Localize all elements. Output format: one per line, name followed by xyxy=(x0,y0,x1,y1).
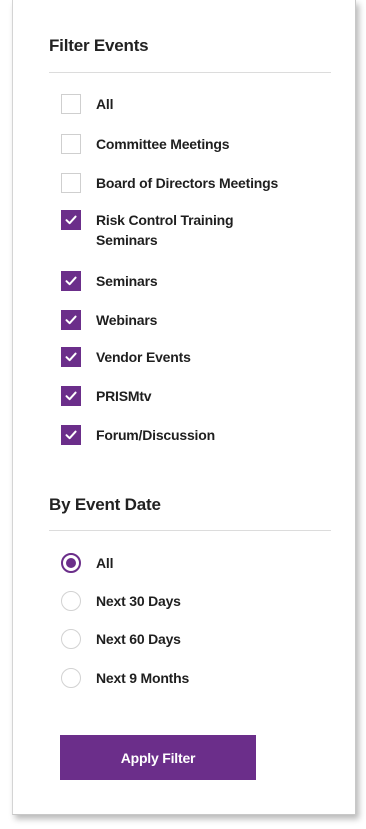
radio-button[interactable] xyxy=(61,668,81,688)
checkbox-label: Board of Directors Meetings xyxy=(96,175,279,191)
checkbox[interactable] xyxy=(61,347,81,367)
checkmark-icon xyxy=(65,430,77,440)
checkbox-label: Seminars xyxy=(96,273,158,289)
filter-option-risk-control[interactable]: Risk Control Training Seminars xyxy=(61,210,286,250)
radio-dot xyxy=(66,558,76,568)
checkmark-icon xyxy=(65,315,77,325)
checkbox[interactable] xyxy=(61,134,81,154)
checkbox-label: Risk Control Training Seminars xyxy=(96,212,234,248)
filter-option-prismtv[interactable]: PRISMtv xyxy=(61,386,326,406)
radio-button[interactable] xyxy=(61,591,81,611)
checkbox-label: Webinars xyxy=(96,312,158,328)
radio-button[interactable] xyxy=(61,629,81,649)
checkbox[interactable] xyxy=(61,386,81,406)
checkbox-label: Committee Meetings xyxy=(96,136,230,152)
filter-option-webinars[interactable]: Webinars xyxy=(61,310,326,330)
checkbox[interactable] xyxy=(61,425,81,445)
filter-option-vendor-events[interactable]: Vendor Events xyxy=(61,347,326,367)
date-option-60-days[interactable]: Next 60 Days xyxy=(61,629,181,649)
radio-label: Next 30 Days xyxy=(96,593,181,609)
radio-button[interactable] xyxy=(61,553,81,573)
checkbox[interactable] xyxy=(61,271,81,291)
checkmark-icon xyxy=(65,391,77,401)
date-option-9-months[interactable]: Next 9 Months xyxy=(61,668,189,688)
apply-filter-button[interactable]: Apply Filter xyxy=(60,735,256,780)
date-option-all[interactable]: All xyxy=(61,553,114,573)
radio-label: Next 9 Months xyxy=(96,670,190,686)
radio-label: Next 60 Days xyxy=(96,631,181,647)
filter-option-board-meetings[interactable]: Board of Directors Meetings xyxy=(61,173,326,193)
filter-option-all[interactable]: All xyxy=(61,94,326,114)
checkbox-label: Vendor Events xyxy=(96,349,191,365)
checkbox-label: All xyxy=(96,96,114,112)
filter-option-forum[interactable]: Forum/Discussion xyxy=(61,425,326,445)
filter-events-title: Filter Events xyxy=(49,36,149,55)
filter-panel xyxy=(12,0,356,815)
checkmark-icon xyxy=(65,215,77,225)
checkmark-icon xyxy=(65,352,77,362)
filter-divider xyxy=(49,72,331,73)
filter-option-committee-meetings[interactable]: Committee Meetings xyxy=(61,134,326,154)
checkbox[interactable] xyxy=(61,310,81,330)
date-divider xyxy=(49,530,331,531)
screenshot-frame: Filter Events All Committee Meetings Boa… xyxy=(0,0,366,829)
checkmark-icon xyxy=(65,276,77,286)
checkbox-label: PRISMtv xyxy=(96,388,152,404)
checkbox[interactable] xyxy=(61,173,81,193)
date-option-30-days[interactable]: Next 30 Days xyxy=(61,591,181,611)
filter-option-seminars[interactable]: Seminars xyxy=(61,271,326,291)
checkbox[interactable] xyxy=(61,210,81,230)
event-date-title: By Event Date xyxy=(49,495,161,514)
checkbox[interactable] xyxy=(61,94,81,114)
checkbox-label: Forum/Discussion xyxy=(96,427,215,443)
radio-label: All xyxy=(96,555,114,571)
